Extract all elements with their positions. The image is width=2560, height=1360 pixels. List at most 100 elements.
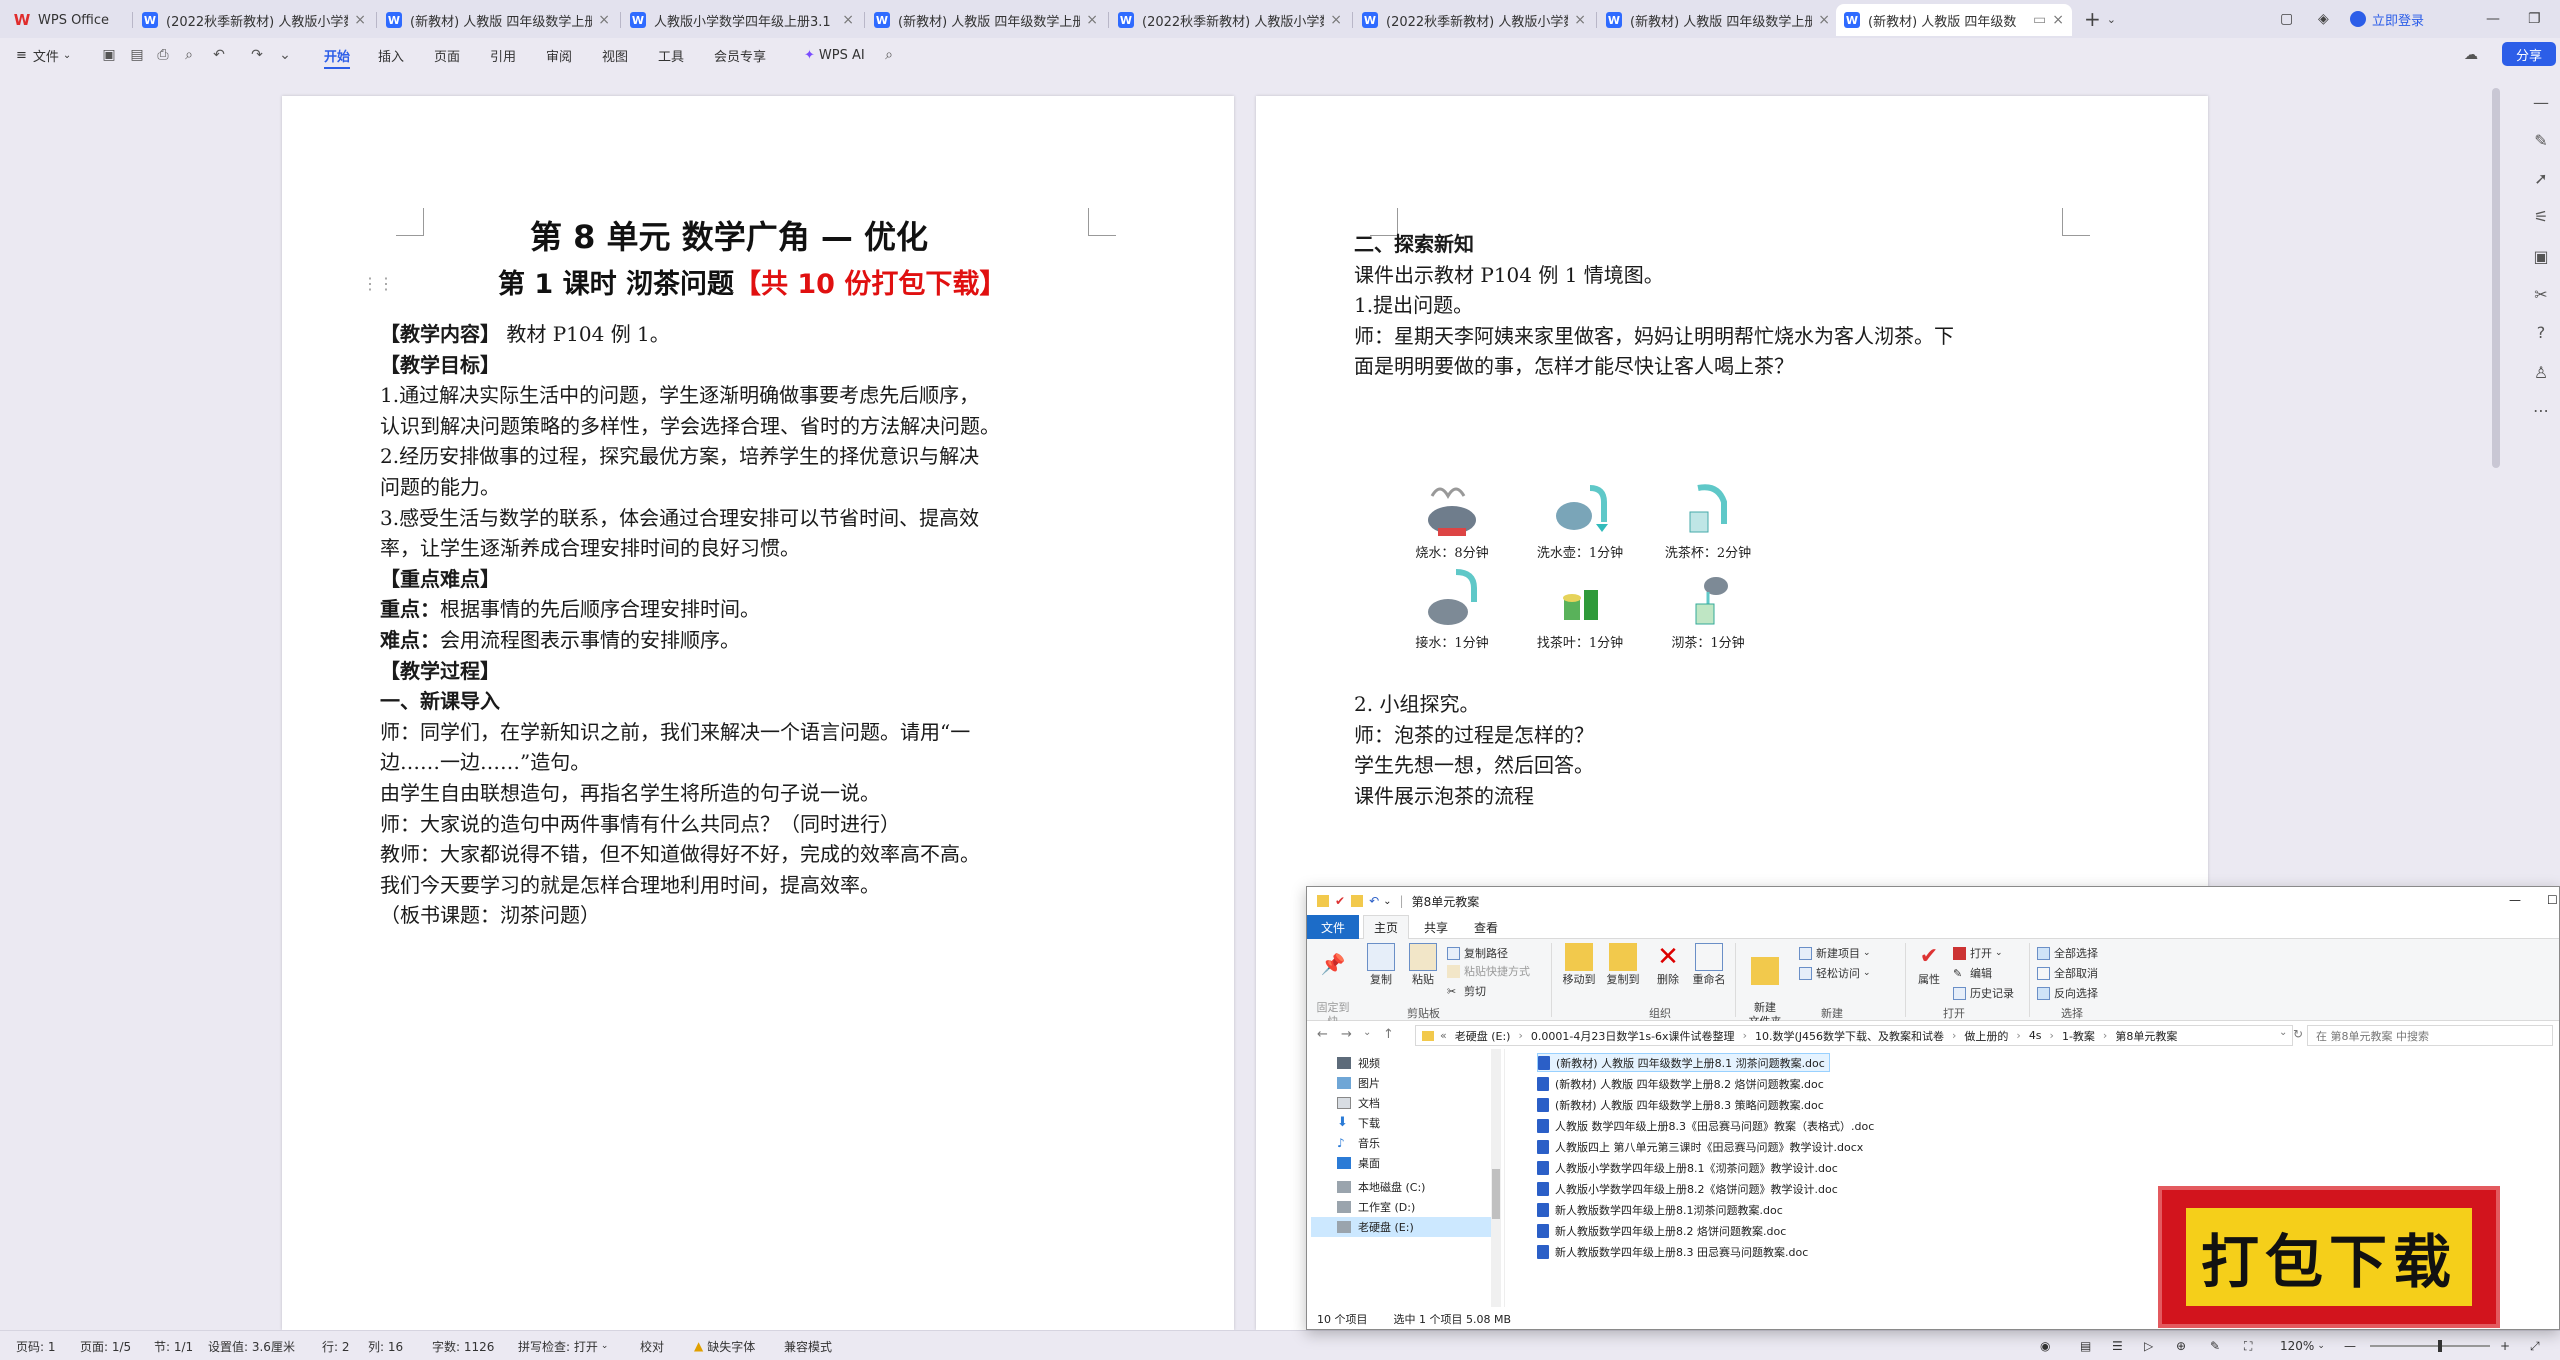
- cloud-icon[interactable]: ☁: [2462, 46, 2480, 64]
- doc-paragraph[interactable]: 我们今天要学习的就是怎样合理地利用时间，提高效率。: [380, 869, 880, 898]
- select-none-button[interactable]: 全部取消: [2037, 965, 2098, 981]
- close-icon[interactable]: ×: [1818, 12, 1830, 28]
- doc-paragraph[interactable]: 2.经历安排做事的过程，探究最优方案，培养学生的择优意识与解决: [380, 440, 979, 469]
- nav-scrollbar[interactable]: [1491, 1049, 1501, 1307]
- chevron-down-icon[interactable]: ⌄: [276, 46, 294, 64]
- address-segment[interactable]: 第8单元教案: [2115, 1028, 2177, 1044]
- play-icon[interactable]: ▷: [2144, 1331, 2153, 1360]
- file-list-item[interactable]: 新人教版数学四年级上册8.2 烙饼问题教案.doc: [1537, 1221, 1790, 1240]
- tab-document[interactable]: W (2022秋季新教材) 人教版小学数 ×: [1110, 4, 1350, 36]
- search-icon[interactable]: ⌕: [880, 46, 898, 64]
- menu-tab-home[interactable]: 开始: [324, 38, 351, 72]
- close-icon[interactable]: ×: [2052, 12, 2064, 28]
- close-icon[interactable]: ×: [1086, 12, 1098, 28]
- nav-item-desktop[interactable]: 桌面: [1337, 1153, 1380, 1173]
- paste-shortcut-button[interactable]: 粘贴快捷方式: [1447, 963, 1530, 979]
- pdf-icon[interactable]: ▤: [128, 46, 146, 64]
- fullscreen-icon[interactable]: ⤢: [2530, 1331, 2540, 1360]
- zoom-slider[interactable]: [2370, 1331, 2490, 1360]
- share-button[interactable]: 分享: [2502, 42, 2556, 66]
- file-menu[interactable]: ≡ 文件 ⌄: [16, 38, 71, 72]
- shirt-icon[interactable]: ♙: [2531, 362, 2551, 382]
- doc-paragraph[interactable]: 【教学目标】: [380, 349, 500, 378]
- doc-paragraph[interactable]: 师：大家说的造句中两件事情有什么共同点？（同时进行）: [380, 808, 900, 837]
- doc-paragraph[interactable]: 由学生自由联想造句，再指名学生将所造的句子说一说。: [380, 777, 880, 806]
- fit-icon[interactable]: ⛶: [2244, 1331, 2252, 1360]
- doc-paragraph[interactable]: 2. 小组探究。: [1354, 688, 1479, 717]
- file-list-item[interactable]: (新教材) 人教版 四年级数学上册8.3 策略问题教案.doc: [1537, 1095, 1828, 1114]
- doc-paragraph[interactable]: 【重点难点】: [380, 563, 500, 592]
- address-segment[interactable]: 做上册的: [1964, 1028, 2008, 1044]
- minimize-button[interactable]: —: [2509, 893, 2521, 907]
- address-segment[interactable]: 4s: [2029, 1029, 2042, 1042]
- tools-icon[interactable]: ✂: [2531, 284, 2551, 304]
- help-icon[interactable]: ?: [2531, 322, 2551, 342]
- invert-selection-button[interactable]: 反向选择: [2037, 985, 2098, 1001]
- close-icon[interactable]: ×: [1574, 12, 1586, 28]
- chevron-down-icon[interactable]: ⌄: [2279, 1027, 2287, 1038]
- tab-document[interactable]: W (新教材) 人教版 四年级数学上册 ×: [1598, 4, 1838, 36]
- nav-item-drive-e[interactable]: 老硬盘 (E:): [1311, 1217, 1491, 1237]
- paste-button[interactable]: 粘贴: [1407, 943, 1439, 987]
- nav-item-videos[interactable]: 视频: [1337, 1053, 1380, 1073]
- select-cursor-icon[interactable]: ➚: [2531, 168, 2551, 188]
- address-bar[interactable]: « 老硬盘 (E:) › 0.0001-4月23日数学1s-6x课件试卷整理 › 1…: [1415, 1025, 2293, 1046]
- image-icon[interactable]: ▣: [2531, 246, 2551, 266]
- cut-button[interactable]: ✂ 剪切: [1447, 983, 1486, 999]
- doc-paragraph[interactable]: 【教学过程】: [380, 655, 500, 684]
- vertical-scrollbar[interactable]: [2492, 88, 2500, 468]
- doc-paragraph[interactable]: 面是明明要做的事，怎样才能尽快让客人喝上茶？: [1354, 350, 1794, 379]
- history-button[interactable]: 历史记录: [1953, 985, 2014, 1001]
- explorer-tab-home[interactable]: 主页: [1363, 915, 1409, 939]
- address-segment[interactable]: 1-教案: [2062, 1028, 2095, 1044]
- doc-paragraph[interactable]: 二、探索新知: [1354, 228, 1474, 257]
- file-list-item[interactable]: (新教材) 人教版 四年级数学上册8.2 烙饼问题教案.doc: [1537, 1074, 1828, 1093]
- download-badge[interactable]: 打包下载: [2158, 1186, 2500, 1328]
- wps-ai-button[interactable]: ✦ WPS AI: [804, 38, 865, 72]
- address-overflow[interactable]: «: [1440, 1029, 1447, 1042]
- doc-paragraph[interactable]: 课件展示泡茶的流程: [1354, 780, 1534, 809]
- status-page[interactable]: 页码: 1: [16, 1331, 56, 1360]
- doc-paragraph[interactable]: 一、新课导入: [380, 685, 500, 714]
- nav-item-drive-c[interactable]: 本地磁盘 (C:): [1337, 1177, 1425, 1197]
- doc-paragraph[interactable]: 边……一边……”造句。: [380, 746, 590, 775]
- doc-paragraph[interactable]: 重点：根据事情的先后顺序合理安排时间。: [380, 593, 760, 622]
- adjust-icon[interactable]: ⚟: [2531, 206, 2551, 226]
- tab-document-active[interactable]: W (新教材) 人教版 四年级数 ▭ ×: [1836, 4, 2072, 36]
- tab-document[interactable]: W 人教版小学数学四年级上册3.1《认 ×: [622, 4, 862, 36]
- menu-tab-page[interactable]: 页面: [434, 38, 460, 72]
- nav-scrollbar-thumb[interactable]: [1492, 1169, 1500, 1219]
- forward-arrow-icon[interactable]: →: [1341, 1027, 1352, 1042]
- close-icon[interactable]: ×: [598, 12, 610, 28]
- tab-document[interactable]: W (新教材) 人教版 四年级数学上册 ×: [866, 4, 1106, 36]
- restore-button[interactable]: ❐: [2528, 0, 2541, 38]
- status-row[interactable]: 行: 2: [322, 1331, 350, 1360]
- doc-paragraph[interactable]: 学生先想一想，然后回答。: [1354, 749, 1594, 778]
- doc-paragraph[interactable]: 课件出示教材 P104 例 1 情境图。: [1354, 259, 1664, 288]
- nav-item-drive-d[interactable]: 工作室 (D:): [1337, 1197, 1415, 1217]
- copy-to-button[interactable]: 复制到: [1605, 943, 1641, 987]
- file-list-item[interactable]: 新人教版数学四年级上册8.1沏茶问题教案.doc: [1537, 1200, 1787, 1219]
- minimize-button[interactable]: —: [2486, 0, 2500, 38]
- nav-item-documents[interactable]: 文档: [1337, 1093, 1380, 1113]
- monitor-icon[interactable]: ▭: [2033, 12, 2046, 28]
- file-list-item[interactable]: 人教版四上 第八单元第三课时《田忌赛马问题》教学设计.docx: [1537, 1137, 1867, 1156]
- status-words[interactable]: 字数: 1126: [432, 1331, 494, 1360]
- close-icon[interactable]: ×: [354, 12, 366, 28]
- explorer-search-input[interactable]: 在 第8单元教案 中搜索: [2307, 1025, 2553, 1046]
- up-arrow-icon[interactable]: ↑: [1383, 1027, 1394, 1042]
- properties-quick-icon[interactable]: ✔: [1335, 894, 1345, 908]
- status-proof[interactable]: 校对: [640, 1331, 664, 1360]
- window-layout-icon[interactable]: ▢: [2280, 0, 2293, 38]
- redo-icon[interactable]: ↷: [248, 46, 266, 64]
- web-view-icon[interactable]: ⊕: [2176, 1331, 2186, 1360]
- pen-icon[interactable]: ✎: [2531, 130, 2551, 150]
- file-list-item[interactable]: 新人教版数学四年级上册8.3 田忌赛马问题教案.doc: [1537, 1242, 1812, 1261]
- doc-paragraph[interactable]: （板书课题：沏茶问题）: [380, 899, 600, 928]
- chevron-down-icon[interactable]: ⌄: [1363, 1027, 1371, 1038]
- file-list-item[interactable]: 人教版小学数学四年级上册8.2《烙饼问题》教学设计.doc: [1537, 1179, 1842, 1198]
- page-view-icon[interactable]: ▤: [2080, 1331, 2091, 1360]
- drag-handle-icon[interactable]: ⋮⋮: [362, 274, 394, 293]
- file-list-item[interactable]: 人教版小学数学四年级上册8.1《沏茶问题》教学设计.doc: [1537, 1158, 1842, 1177]
- doc-paragraph[interactable]: 师：泡茶的过程是怎样的？: [1354, 719, 1594, 748]
